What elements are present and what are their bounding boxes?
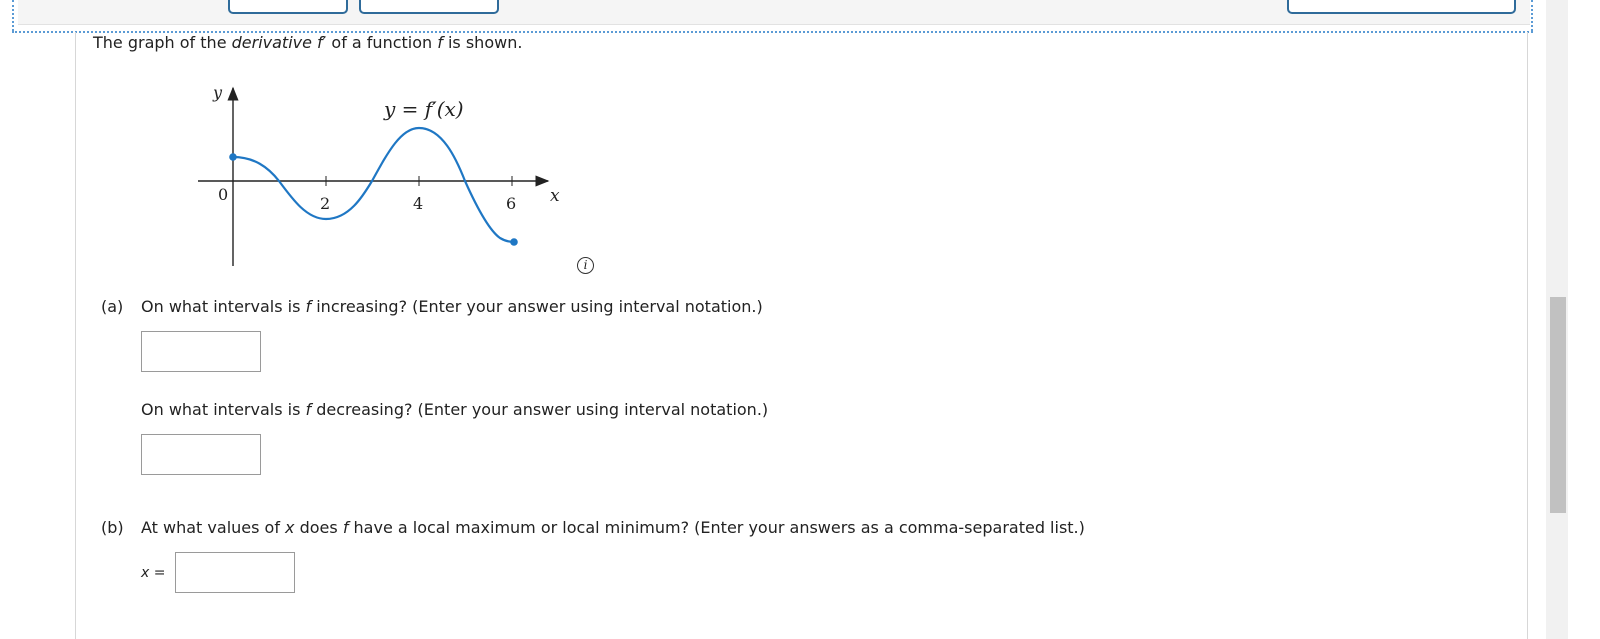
derivative-curve (232, 126, 515, 244)
tick-label-4: 4 (413, 194, 423, 213)
part-b-tag: (b) (101, 518, 124, 537)
increasing-interval-input[interactable] (141, 331, 261, 372)
part-a-question-decreasing: On what intervals is f decreasing? (Ente… (141, 400, 769, 419)
x-axis-label: x (550, 186, 560, 206)
tick-label-2: 2 (320, 194, 330, 213)
content-border-right (1527, 32, 1528, 639)
curve-end-point (510, 238, 518, 246)
extrema-x-values-input[interactable] (175, 552, 295, 593)
part-a-question-increasing: On what intervals is f increasing? (Ente… (141, 297, 763, 316)
decreasing-interval-input[interactable] (141, 434, 261, 475)
curve-label: y = f′(x) (383, 97, 464, 121)
part-b-question: At what values of x does f have a local … (141, 518, 1085, 537)
tick-label-6: 6 (506, 194, 516, 213)
toolbar-button-3[interactable] (1287, 0, 1516, 14)
y-axis-label: y (212, 83, 223, 102)
derivative-graph: y x 0 2 4 6 y = f′(x) (198, 83, 560, 266)
info-icon[interactable]: i (577, 257, 594, 274)
dotted-frame-right (1531, 0, 1533, 31)
x-equals-label: x = (141, 565, 166, 581)
scrollbar-thumb[interactable] (1550, 297, 1566, 513)
origin-label: 0 (218, 185, 228, 204)
curve-start-point (229, 153, 237, 161)
part-a-tag: (a) (101, 297, 124, 316)
